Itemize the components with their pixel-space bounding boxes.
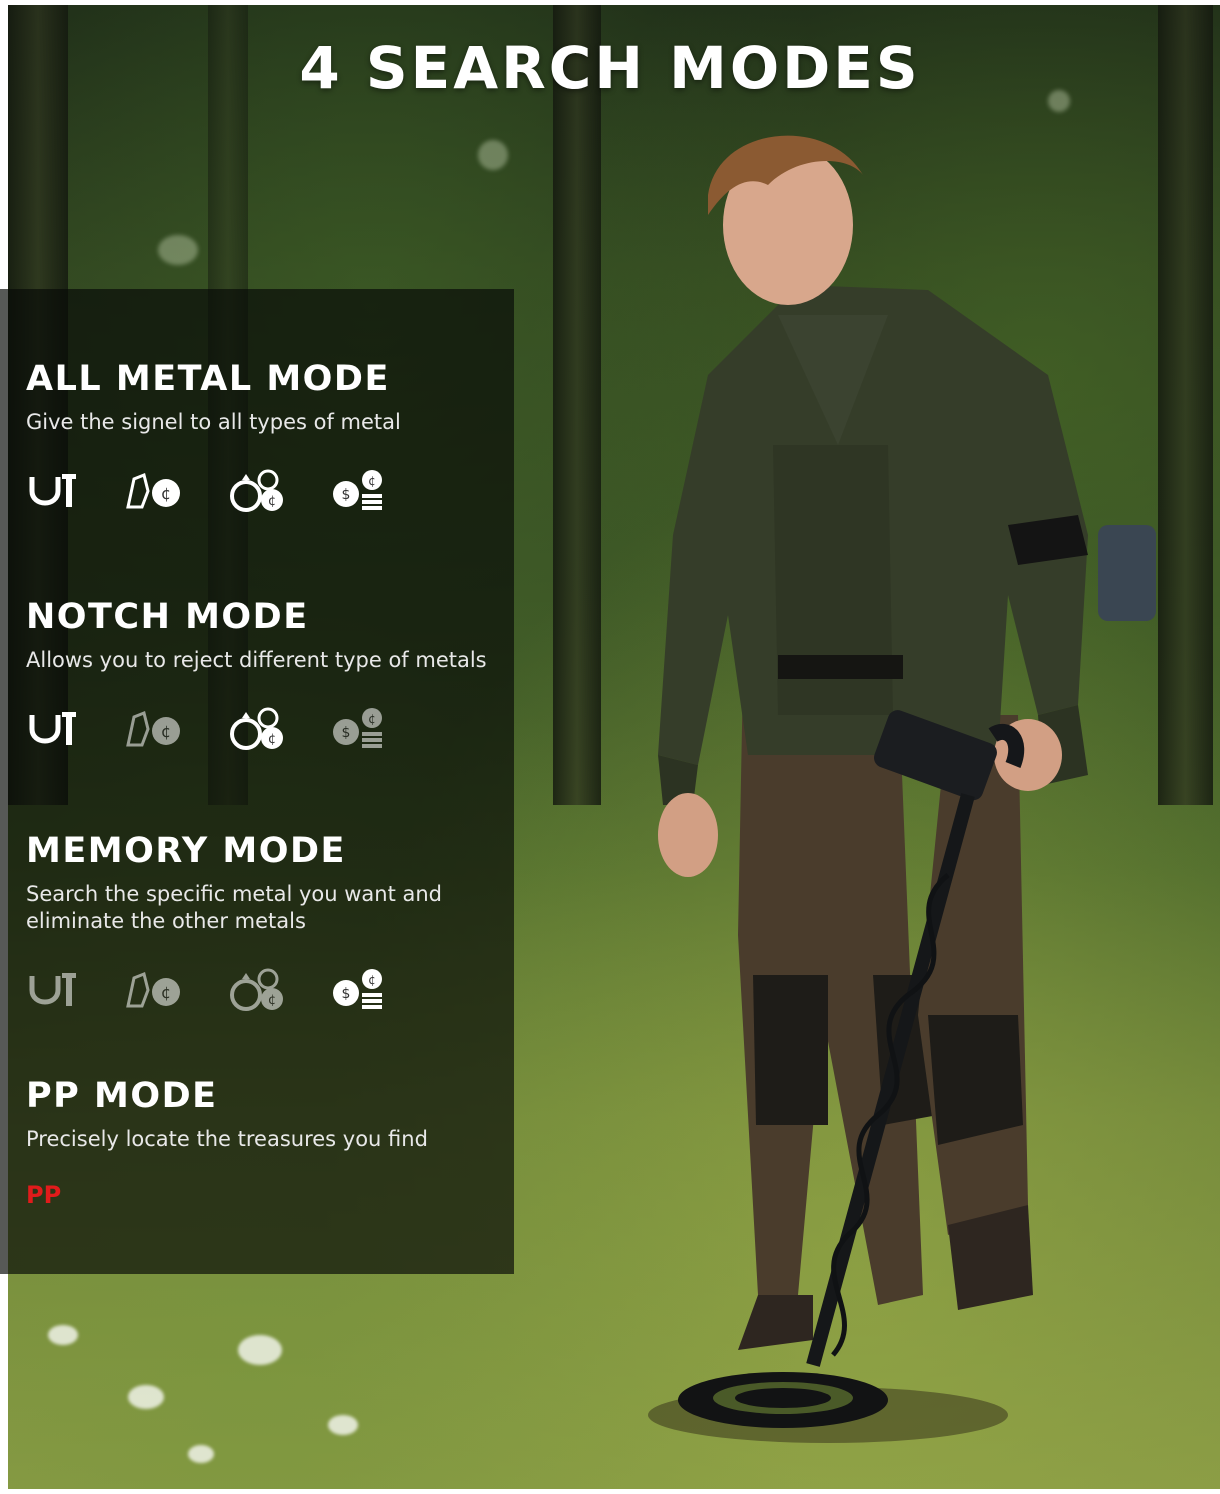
mode-description: Allows you to reject different type of m…: [26, 648, 487, 672]
mode-pp: PP MODE Precisely locate the treasures y…: [26, 1076, 496, 1209]
grass-flower: [128, 1385, 164, 1409]
pp-badge: PP: [26, 1181, 62, 1209]
mode-title: ALL METAL MODE: [26, 359, 390, 399]
svg-text:¢: ¢: [161, 484, 171, 503]
svg-text:¢: ¢: [161, 722, 171, 741]
svg-text:¢: ¢: [368, 474, 376, 488]
svg-text:¢: ¢: [268, 993, 276, 1008]
horseshoe-nail-icon: [26, 471, 76, 511]
relic-coin-icon: ¢: [120, 970, 184, 1010]
mode-title: NOTCH MODE: [26, 597, 309, 637]
target-icons: ¢ ¢ $ ¢: [26, 967, 496, 1013]
target-icons: ¢ ¢ $ ¢: [26, 468, 496, 514]
relic-coin-icon: ¢: [120, 471, 184, 511]
mode-notch: NOTCH MODE Allows you to reject differen…: [26, 597, 496, 752]
svg-text:¢: ¢: [268, 494, 276, 509]
target-icons: ¢ ¢ $ ¢: [26, 706, 496, 752]
modes-panel: ALL METAL MODE Give the signel to all ty…: [0, 289, 514, 1274]
svg-text:¢: ¢: [368, 973, 376, 987]
tree-trunk: [553, 5, 601, 805]
mode-memory: MEMORY MODE Search the specific metal yo…: [26, 831, 496, 1013]
coins-stack-icon: $ ¢: [330, 967, 388, 1013]
horseshoe-nail-icon: [26, 709, 76, 749]
grass-flower: [238, 1335, 282, 1365]
svg-text:$: $: [342, 986, 351, 1002]
mode-description: Precisely locate the treasures you find: [26, 1127, 428, 1151]
rings-icon: ¢: [228, 706, 286, 752]
coins-stack-icon: $ ¢: [330, 468, 388, 514]
mode-title: MEMORY MODE: [26, 831, 346, 871]
rings-icon: ¢: [228, 967, 286, 1013]
svg-text:¢: ¢: [161, 983, 171, 1002]
svg-text:¢: ¢: [368, 712, 376, 726]
relic-coin-icon: ¢: [120, 709, 184, 749]
horseshoe-nail-icon: [26, 970, 76, 1010]
svg-text:$: $: [342, 487, 351, 503]
light-bokeh: [478, 140, 508, 170]
grass-flower: [328, 1415, 358, 1435]
mode-all-metal: ALL METAL MODE Give the signel to all ty…: [26, 359, 496, 514]
grass-flower: [188, 1445, 214, 1463]
svg-text:¢: ¢: [268, 732, 276, 747]
grass-flower: [48, 1325, 78, 1345]
rings-icon: ¢: [228, 468, 286, 514]
page-title: 4 SEARCH MODES: [299, 34, 921, 102]
mode-description: Search the specific metal you want and e…: [26, 882, 443, 933]
mode-description: Give the signel to all types of metal: [26, 410, 401, 434]
coins-stack-icon: $ ¢: [330, 706, 388, 752]
mode-title: PP MODE: [26, 1076, 218, 1116]
svg-text:$: $: [342, 725, 351, 741]
man-with-metal-detector: [648, 135, 1156, 1443]
light-bokeh: [158, 235, 198, 265]
